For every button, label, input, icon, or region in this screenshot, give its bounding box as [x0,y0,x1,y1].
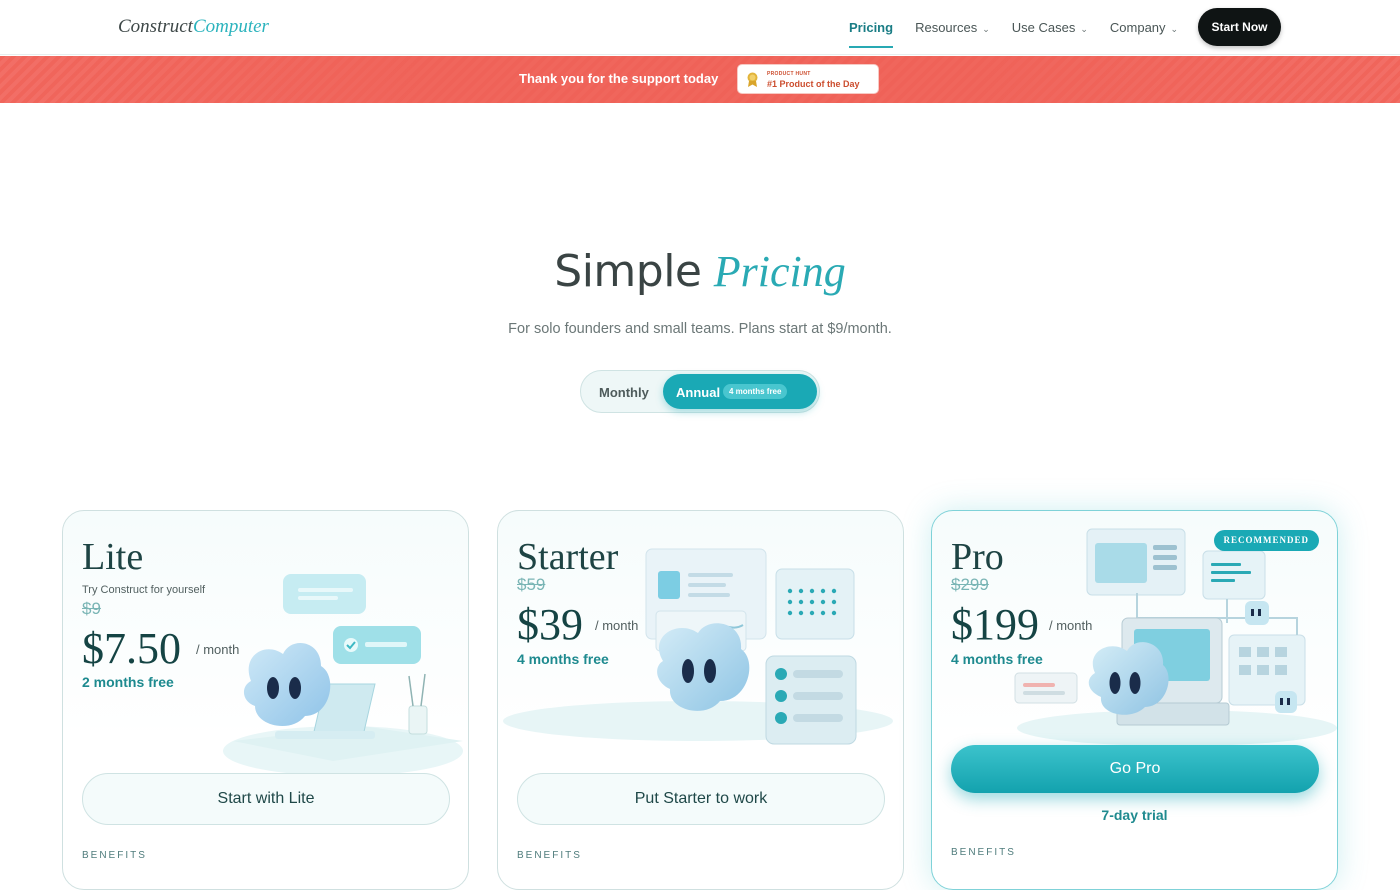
page-title: Simple Pricing [0,246,1400,297]
nav-item-use-cases[interactable]: Use Cases ⌄ [1001,19,1099,49]
nav-item-company[interactable]: Company ⌄ [1099,19,1189,49]
toggle-annual[interactable]: Annual 4 months free [663,374,817,409]
go-pro-button[interactable]: Go Pro [951,745,1319,793]
plan-card-lite: Lite Try Construct for yourself $9 $7.50… [62,510,469,890]
plan-card-pro: RECOMMENDED Pro $299 $199 / month 4 mont… [931,510,1338,890]
plan-free-note: 4 months free [517,651,609,667]
nav-label: Use Cases [1011,20,1076,35]
plan-free-note: 4 months free [951,651,1043,667]
annual-label: Annual [676,385,721,400]
plan-period: / month [1049,618,1093,633]
plan-name: Pro [951,536,1004,578]
billing-toggle: Monthly Annual 4 months free [580,370,820,413]
plan-name: Lite [82,536,144,578]
logo[interactable]: ConstructComputer [118,16,269,38]
product-hunt-badge[interactable]: PRODUCT HUNT #1 Product of the Day [737,64,879,94]
plan-old-price: $299 [951,575,989,594]
nav-label: Resources [915,20,978,35]
plan-price: $39 [517,600,583,649]
plan-price: $199 [951,600,1039,649]
benefits-label: BENEFITS [517,850,582,861]
plan-description: Try Construct for yourself [82,584,206,596]
main-nav: Pricing Resources ⌄ Use Cases ⌄ Company … [838,13,1189,49]
nav-label: Pricing [849,20,894,35]
page-subtitle: For solo founders and small teams. Plans… [508,321,892,337]
badge-title: #1 Product of the Day [767,79,860,89]
benefits-label: BENEFITS [951,847,1016,858]
plan-old-price: $9 [82,599,101,618]
plan-price: $7.50 [82,624,181,673]
annual-discount-badge: 4 months free [723,384,788,399]
plan-free-note: 2 months free [82,674,174,690]
put-starter-to-work-button[interactable]: Put Starter to work [517,773,885,825]
badge-source: PRODUCT HUNT [767,71,811,77]
nav-item-pricing[interactable]: Pricing [838,13,905,49]
plan-period: / month [595,618,639,633]
chevron-down-icon: ⌄ [1080,24,1088,34]
title-plain: Simple [554,246,702,297]
plan-old-price: $59 [517,575,546,594]
start-now-button[interactable]: Start Now [1198,8,1281,46]
pro-illustration [1014,528,1337,746]
site-header: ConstructComputer Pricing Resources ⌄ Us… [0,0,1400,55]
trial-note: 7-day trial [1101,807,1168,823]
chevron-down-icon: ⌄ [982,24,990,34]
nav-item-resources[interactable]: Resources ⌄ [904,19,1001,49]
logo-part-computer: Computer [192,16,269,37]
lite-illustration [223,574,463,776]
medal-icon [747,72,758,87]
start-with-lite-button[interactable]: Start with Lite [82,773,450,825]
banner-text: Thank you for the support today [519,71,719,86]
recommended-badge: RECOMMENDED [1213,530,1319,551]
nav-label: Company [1109,20,1166,35]
plan-name: Starter [517,536,619,578]
toggle-monthly[interactable]: Monthly [599,385,649,400]
title-accent: Pricing [713,247,846,296]
chevron-down-icon: ⌄ [1170,24,1179,34]
logo-part-construct: Construct [118,16,193,37]
plan-card-starter: Starter $59 $39 / month 4 months free Pu… [497,510,904,890]
announcement-banner: Thank you for the support today [0,56,1400,103]
plan-period: / month [196,642,240,657]
benefits-label: BENEFITS [82,850,147,861]
